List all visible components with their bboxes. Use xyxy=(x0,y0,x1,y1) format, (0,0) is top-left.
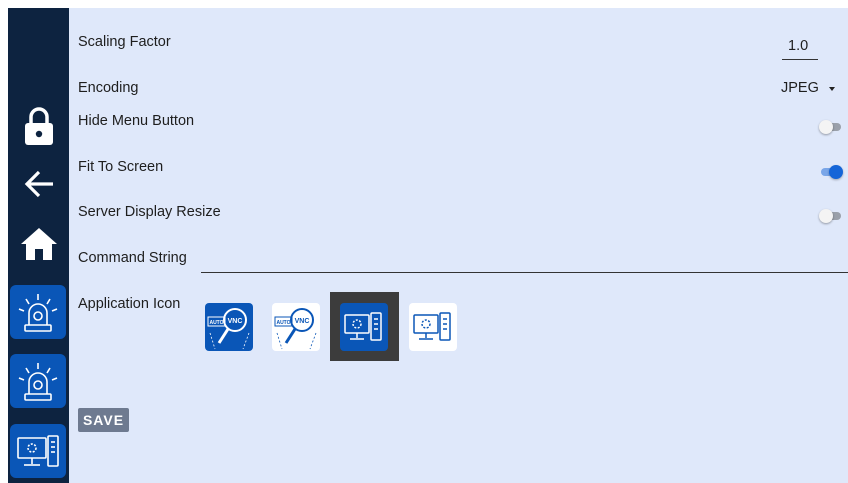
icon-vnc-text: VNC xyxy=(228,318,243,325)
command-string-input[interactable] xyxy=(201,248,848,270)
app-icon-option-4[interactable] xyxy=(409,303,457,351)
application-icon-label: Application Icon xyxy=(78,296,181,312)
home-button[interactable] xyxy=(8,214,69,274)
sidebar xyxy=(8,8,69,483)
siren-icon xyxy=(18,363,58,401)
siren-icon xyxy=(18,294,58,332)
alarm-button-2[interactable] xyxy=(10,354,66,408)
icon-auto-text: AUTO xyxy=(276,320,290,326)
autovnc-white-icon: AUTO VNC xyxy=(274,308,317,350)
app-icon-option-1[interactable]: AUTO VNC xyxy=(205,303,253,351)
back-button[interactable] xyxy=(8,154,69,214)
toggle-knob xyxy=(829,165,843,179)
encoding-label: Encoding xyxy=(78,80,139,96)
monitor-icon xyxy=(17,435,59,467)
encoding-select[interactable]: JPEG xyxy=(781,80,819,96)
hide-menu-button-label: Hide Menu Button xyxy=(78,113,195,129)
app-icon-option-3[interactable] xyxy=(340,303,388,351)
server-display-resize-toggle[interactable] xyxy=(819,209,843,223)
lock-icon xyxy=(24,107,53,145)
settings-panel: Scaling Factor 1.0 Encoding JPEG Hide Me… xyxy=(69,8,848,483)
save-button[interactable]: SAVE xyxy=(78,408,129,432)
hide-menu-button-toggle[interactable] xyxy=(819,120,843,134)
monitor-white-icon xyxy=(413,312,451,341)
command-string-underline xyxy=(201,272,848,273)
alarm-button-1[interactable] xyxy=(10,285,66,339)
home-icon xyxy=(20,228,57,260)
command-string-label: Command String xyxy=(78,250,187,266)
scaling-factor-label: Scaling Factor xyxy=(78,34,171,50)
autovnc-blue-icon: AUTO VNC xyxy=(207,308,250,350)
fit-to-screen-toggle[interactable] xyxy=(819,165,843,179)
app-icon-option-2[interactable]: AUTO VNC xyxy=(272,303,320,351)
back-arrow-icon xyxy=(24,170,53,198)
scaling-factor-underline xyxy=(782,59,818,60)
screen-button[interactable] xyxy=(10,424,66,478)
lock-button[interactable] xyxy=(8,96,69,156)
toggle-knob xyxy=(819,120,833,134)
fit-to-screen-label: Fit To Screen xyxy=(78,159,164,175)
scaling-factor-input[interactable]: 1.0 xyxy=(788,38,808,54)
monitor-blue-icon xyxy=(344,312,382,341)
toggle-knob xyxy=(819,209,833,223)
icon-auto-text: AUTO xyxy=(209,320,223,326)
icon-vnc-text: VNC xyxy=(295,318,310,325)
chevron-down-icon[interactable] xyxy=(829,87,835,91)
server-display-resize-label: Server Display Resize xyxy=(78,204,221,220)
